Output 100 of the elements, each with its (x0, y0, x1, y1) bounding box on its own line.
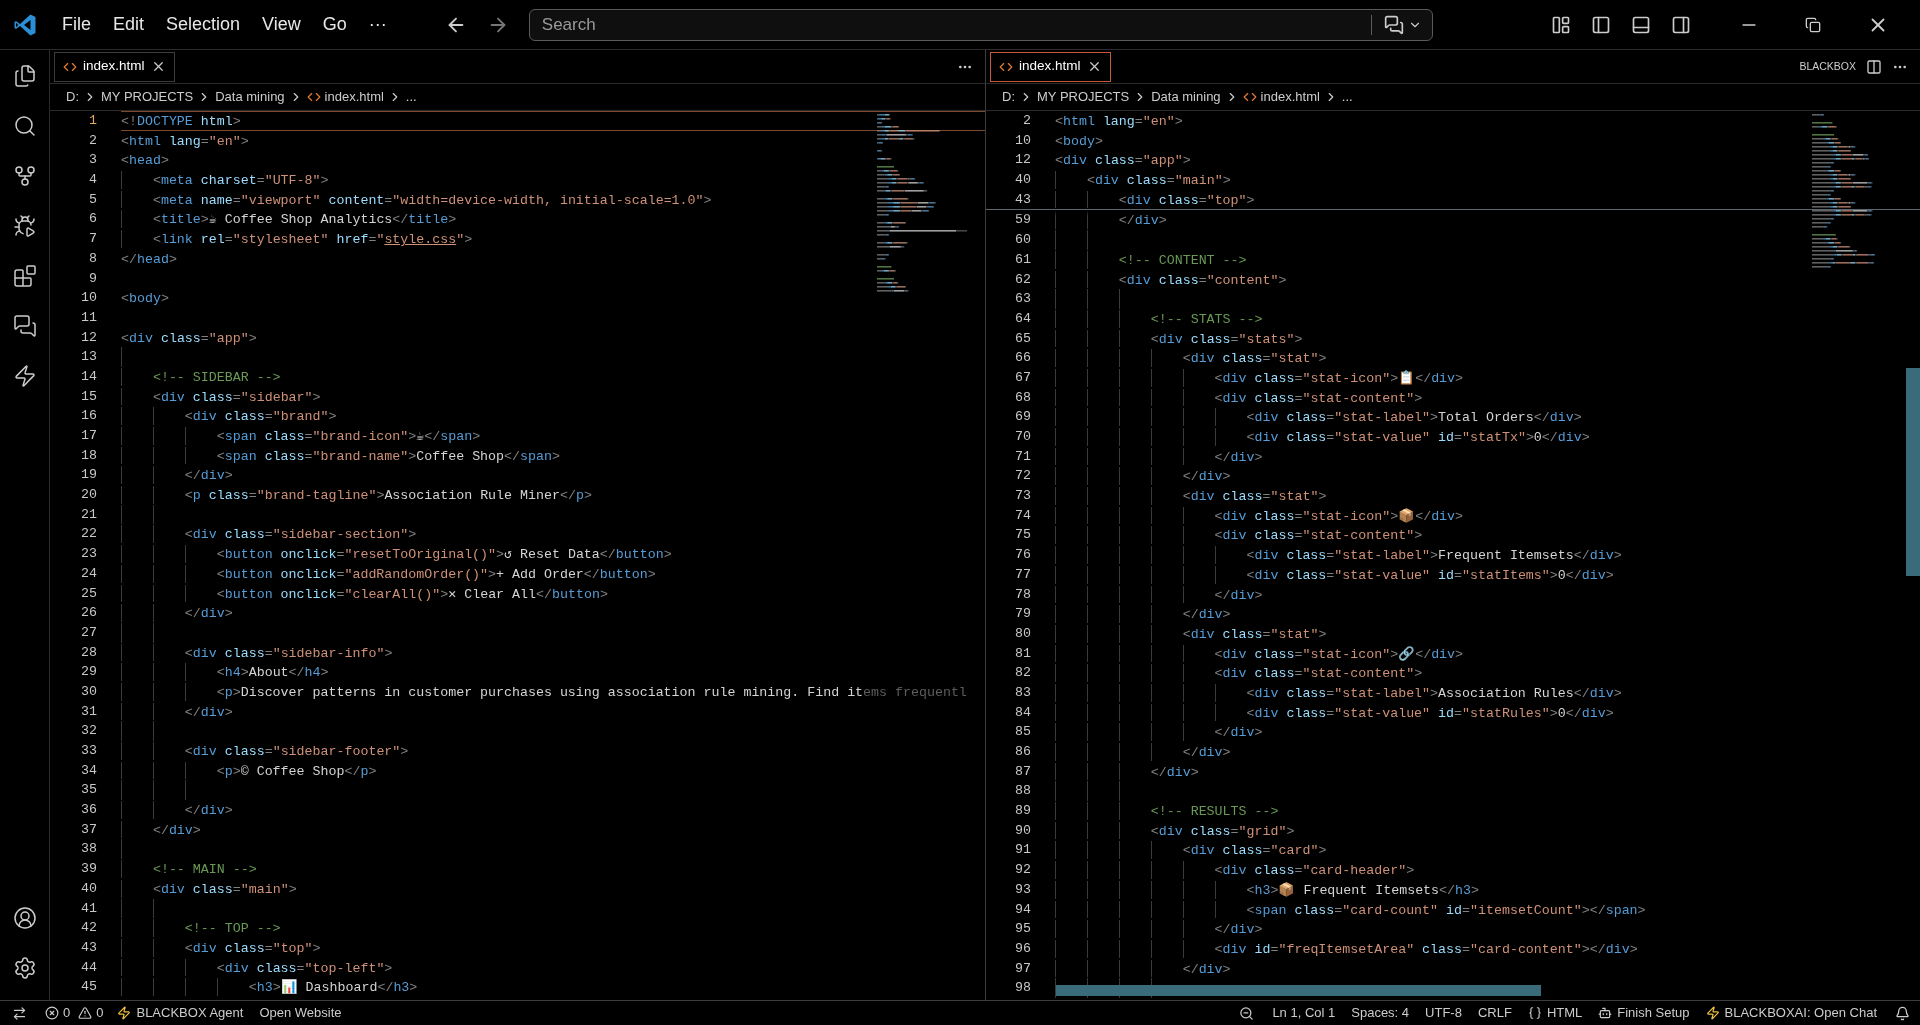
status-item[interactable]: BLACKBOXAI: Open Chat (1697, 1001, 1885, 1025)
status-item[interactable]: Open Website (251, 1001, 350, 1025)
menu-item[interactable]: Go (312, 7, 357, 42)
settings-icon[interactable] (12, 956, 37, 980)
problems-indicator[interactable]: 0 0 (39, 1003, 110, 1023)
code-line: <h4>About</h4> (121, 662, 985, 682)
status-item[interactable]: CRLF (1469, 1001, 1520, 1025)
editor-tab[interactable]: index.html (54, 51, 175, 82)
line-number: 68 (1014, 388, 1032, 407)
code-line: <div class="sidebar-footer"> (121, 741, 985, 761)
line-number: 92 (1014, 861, 1032, 880)
account-icon[interactable] (12, 906, 37, 930)
code-line: <!-- CONTENT --> (1055, 249, 1920, 270)
status-item[interactable]: Finish Setup (1590, 1001, 1698, 1025)
code-line: </div> (121, 603, 985, 623)
line-number: 26 (80, 604, 98, 623)
code-line: <div class="top"> (1055, 189, 1920, 210)
line-number: 90 (1014, 821, 1032, 840)
line-number: 60 (1014, 231, 1032, 250)
menu-item[interactable]: ··· (358, 7, 397, 42)
extensions-icon[interactable] (12, 264, 37, 288)
breadcrumb-item[interactable]: D: (66, 87, 79, 107)
remote-icon[interactable] (12, 1005, 27, 1021)
line-number: 86 (1014, 743, 1032, 761)
secondary-sidebar-icon[interactable] (1670, 14, 1691, 35)
status-item[interactable]: BLACKBOX Agent (109, 1001, 252, 1025)
code-line: <p>Discover patterns in customer purchases using association rule mining. Find items frequentl (121, 681, 985, 702)
notification-icon[interactable] (1895, 1005, 1910, 1021)
panel-toggle-icon[interactable] (1630, 14, 1651, 35)
code-line: <button onclick="addRandomOrder()">+ Add Order</button> (121, 563, 985, 584)
html-file-icon (1242, 90, 1257, 104)
files-icon[interactable] (12, 64, 37, 88)
code-line: <div class="stat-value" id="statRules">0</div> (1055, 702, 1920, 723)
restore-icon[interactable] (1804, 16, 1821, 33)
line-number: 43 (1014, 190, 1032, 209)
code-line: <div class="content"> (1055, 269, 1920, 290)
zoom-icon[interactable] (1239, 1005, 1255, 1021)
status-item[interactable]: Ln 1, Col 1 (1264, 1001, 1344, 1025)
line-number: 45 (80, 978, 98, 997)
line-number: 69 (1014, 408, 1032, 427)
bolt-icon[interactable] (12, 364, 37, 388)
menu-item[interactable]: View (252, 7, 311, 42)
code-line: <div class="brand"> (121, 406, 985, 426)
code-line: </div> (1055, 958, 1920, 979)
search-icon[interactable] (12, 114, 37, 138)
line-number: 21 (80, 505, 98, 524)
breadcrumb-item[interactable]: Data mining (215, 87, 285, 107)
line-number: 8 (88, 249, 98, 268)
line-number: 73 (1014, 487, 1032, 506)
breadcrumb-item[interactable]: ... (1341, 87, 1353, 107)
line-number: 36 (80, 801, 98, 820)
line-number: 25 (80, 584, 98, 603)
code-line: <div class="stat"> (1055, 623, 1920, 644)
editor-tab[interactable]: index.html (990, 51, 1111, 82)
line-number: 80 (1014, 624, 1032, 643)
bolt-icon (117, 1006, 132, 1020)
code-line: </head> (121, 250, 178, 269)
source-control-icon[interactable] (12, 164, 37, 188)
line-number: 44 (80, 958, 98, 977)
code-line: <span class="card-count" id="itemsetCount"></span> (1055, 899, 1920, 920)
horizontal-scrollbar-thumb[interactable] (1056, 985, 1541, 996)
line-number: 12 (80, 328, 98, 347)
scrollbar-thumb[interactable] (1906, 368, 1920, 576)
code-line: <button onclick="clearAll()">✕ Clear All</button> (121, 583, 985, 604)
line-number: 14 (80, 367, 98, 386)
menu-item[interactable]: File (52, 7, 101, 42)
breadcrumb-item[interactable]: D: (1002, 87, 1015, 107)
code-line: <html lang="en"> (121, 132, 250, 151)
code-line: </div> (121, 800, 985, 820)
breadcrumb-item[interactable]: MY PROJECTS (101, 87, 194, 107)
menu-item[interactable]: Edit (103, 7, 155, 42)
chat-icon[interactable] (12, 314, 37, 338)
layout-icon[interactable] (1550, 14, 1571, 35)
code-line: <div class="sidebar-info"> (121, 642, 985, 663)
breadcrumb-item[interactable]: MY PROJECTS (1037, 87, 1130, 107)
status-item[interactable]: UTF-8 (1417, 1001, 1470, 1025)
breadcrumb-item[interactable]: index.html (1260, 87, 1320, 107)
code-line: </div> (1055, 919, 1920, 939)
run-debug-icon[interactable] (12, 214, 37, 238)
status-item[interactable]: HTML (1519, 1001, 1591, 1025)
breadcrumb-item[interactable]: Data mining (1151, 87, 1221, 107)
breadcrumb-item[interactable]: index.html (324, 87, 384, 107)
tab-label: index.html (83, 57, 145, 76)
code-line: <div class="sidebar"> (121, 386, 985, 407)
code-line: <body> (1055, 132, 1104, 151)
line-number: 74 (1014, 506, 1032, 525)
line-number: 1 (88, 112, 98, 130)
breadcrumb-item[interactable]: ... (405, 87, 417, 107)
line-number: 91 (1014, 841, 1032, 860)
menu-item[interactable]: Selection (156, 7, 251, 42)
code-line: </div> (1055, 722, 1920, 742)
code-line: <head> (121, 152, 170, 171)
extension-label[interactable]: BLACKBOX (1799, 58, 1856, 75)
sidebar-toggle-icon[interactable] (1590, 14, 1611, 35)
split-editor-icon[interactable] (1866, 58, 1882, 75)
line-number: 35 (80, 781, 98, 800)
chat-icon[interactable] (1383, 14, 1404, 35)
code-line: <html lang="en"> (1055, 113, 1184, 131)
status-item[interactable]: Spaces: 4 (1343, 1001, 1418, 1025)
line-number: 38 (80, 840, 98, 859)
